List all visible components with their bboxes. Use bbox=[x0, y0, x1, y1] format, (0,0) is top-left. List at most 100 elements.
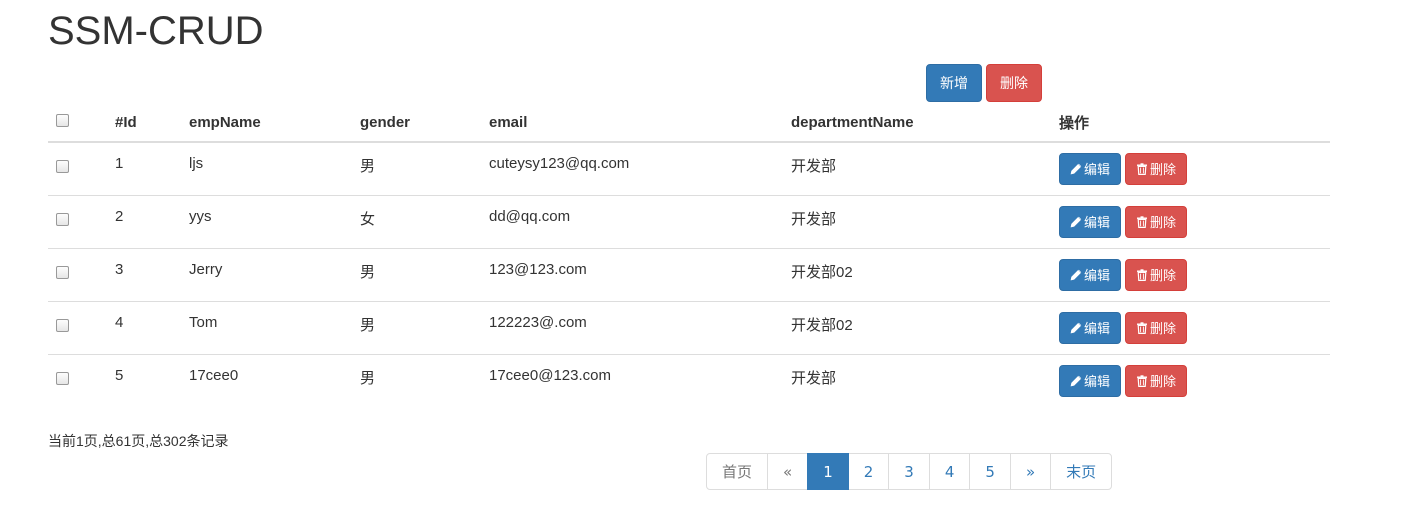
edit-button[interactable]: 编辑 bbox=[1059, 205, 1122, 238]
cell-gender: 男 bbox=[352, 247, 481, 301]
cell-department: 开发部02 bbox=[783, 300, 1051, 354]
delete-label: 删除 bbox=[1150, 375, 1177, 391]
cell-gender: 男 bbox=[352, 300, 481, 354]
cell-operations: 编辑 删除 bbox=[1051, 300, 1330, 354]
trash-icon bbox=[1136, 268, 1150, 281]
edit-button[interactable]: 编辑 bbox=[1059, 152, 1122, 185]
cell-department: 开发部 bbox=[783, 353, 1051, 407]
trash-icon bbox=[1136, 163, 1150, 175]
row-select-cell bbox=[48, 142, 107, 195]
toolbar: 新增 删除 bbox=[926, 64, 1042, 102]
pagination: 首页 « 1 2 3 4 5 » 末页 bbox=[706, 453, 1113, 490]
edit-button[interactable]: 编辑 bbox=[1059, 258, 1122, 291]
delete-selected-button[interactable]: 删除 bbox=[986, 64, 1042, 102]
edit-label: 编辑 bbox=[1084, 269, 1111, 284]
column-header-department: departmentName bbox=[783, 104, 1051, 143]
pencil-icon bbox=[1070, 375, 1084, 387]
column-header-id: #Id bbox=[107, 104, 181, 143]
pencil-icon bbox=[1070, 322, 1084, 334]
table-row: 3 Jerry 男 123@123.com 开发部02 编辑 删除 bbox=[48, 247, 1330, 301]
column-header-email: email bbox=[481, 104, 783, 143]
trash-icon bbox=[1136, 321, 1150, 334]
cell-id: 3 bbox=[107, 247, 181, 301]
page-link-2[interactable]: 2 bbox=[847, 453, 890, 490]
select-all-checkbox[interactable] bbox=[56, 114, 69, 127]
trash-icon bbox=[1136, 375, 1150, 387]
trash-icon bbox=[1136, 215, 1150, 228]
page-link-3[interactable]: 3 bbox=[888, 453, 930, 490]
delete-label: 删除 bbox=[1150, 269, 1177, 284]
column-header-gender: gender bbox=[352, 104, 481, 143]
row-actions: 编辑 删除 bbox=[1059, 258, 1322, 291]
row-actions: 编辑 删除 bbox=[1059, 205, 1322, 238]
row-checkbox[interactable] bbox=[56, 213, 69, 226]
row-select-cell bbox=[48, 194, 107, 248]
cell-email: dd@qq.com bbox=[481, 194, 783, 248]
cell-email: 123@123.com bbox=[481, 247, 783, 301]
cell-id: 2 bbox=[107, 194, 181, 248]
page-info: 当前1页,总61页,总302条记录 bbox=[48, 433, 229, 449]
column-header-operations: 操作 bbox=[1051, 104, 1330, 143]
row-checkbox[interactable] bbox=[56, 319, 69, 332]
edit-button[interactable]: 编辑 bbox=[1059, 311, 1122, 344]
cell-operations: 编辑 删除 bbox=[1051, 194, 1330, 248]
row-checkbox[interactable] bbox=[56, 266, 69, 279]
cell-department: 开发部02 bbox=[783, 247, 1051, 301]
cell-operations: 编辑 删除 bbox=[1051, 247, 1330, 301]
row-checkbox[interactable] bbox=[56, 160, 69, 174]
row-actions: 编辑 删除 bbox=[1059, 152, 1322, 185]
previous-page-link[interactable]: « bbox=[767, 453, 809, 490]
cell-empname: ljs bbox=[189, 155, 204, 172]
cell-gender: 男 bbox=[360, 158, 376, 175]
pencil-icon bbox=[1070, 216, 1084, 228]
last-page-link[interactable]: 末页 bbox=[1050, 453, 1113, 490]
pencil-icon bbox=[1070, 163, 1084, 175]
edit-label: 编辑 bbox=[1084, 216, 1111, 231]
pencil-icon bbox=[1070, 269, 1084, 281]
table-row: 5 17cee0 男 17cee0@123.com 开发部 编辑 删除 bbox=[48, 353, 1330, 407]
page-link-5[interactable]: 5 bbox=[969, 453, 1011, 490]
table-row: 1 ljs 男 cuteysy123@qq.com 开发部 编辑 删除 bbox=[48, 142, 1330, 195]
row-actions: 编辑 删除 bbox=[1059, 364, 1322, 397]
cell-email: 17cee0@123.com bbox=[481, 353, 783, 407]
row-actions: 编辑 删除 bbox=[1059, 311, 1322, 344]
table-row: 2 yys 女 dd@qq.com 开发部 编辑 删除 bbox=[48, 194, 1330, 248]
delete-button[interactable]: 删除 bbox=[1125, 364, 1188, 397]
row-select-cell bbox=[48, 353, 107, 407]
table-header-row: #Id empName gender email departmentName … bbox=[48, 104, 1330, 143]
delete-label: 删除 bbox=[1150, 322, 1177, 337]
table-row: 4 Tom 男 122223@.com 开发部02 编辑 删除 bbox=[48, 300, 1330, 354]
select-all-cell bbox=[48, 104, 107, 143]
row-checkbox[interactable] bbox=[56, 372, 69, 386]
cell-id: 4 bbox=[107, 300, 181, 354]
cell-empname: Tom bbox=[181, 300, 352, 354]
cell-gender: 男 bbox=[352, 353, 481, 407]
row-select-cell bbox=[48, 300, 107, 354]
cell-operations: 编辑 删除 bbox=[1051, 353, 1330, 407]
delete-label: 删除 bbox=[1150, 216, 1177, 231]
next-page-link[interactable]: » bbox=[1009, 453, 1052, 490]
cell-department: 开发部 bbox=[783, 194, 1051, 248]
delete-button[interactable]: 删除 bbox=[1125, 258, 1188, 291]
column-header-empname: empName bbox=[181, 104, 352, 143]
delete-label: 删除 bbox=[1150, 163, 1177, 179]
edit-button[interactable]: 编辑 bbox=[1059, 364, 1122, 397]
edit-label: 编辑 bbox=[1084, 322, 1111, 337]
page-link-1[interactable]: 1 bbox=[807, 453, 849, 490]
cell-operations: 编辑 删除 bbox=[1051, 142, 1330, 195]
row-select-cell bbox=[48, 247, 107, 301]
cell-empname: 17cee0 bbox=[181, 353, 352, 407]
first-page-link[interactable]: 首页 bbox=[706, 453, 769, 490]
delete-button[interactable]: 删除 bbox=[1125, 205, 1188, 238]
cell-department: 开发部 bbox=[791, 158, 837, 175]
delete-button[interactable]: 删除 bbox=[1125, 152, 1188, 185]
edit-label: 编辑 bbox=[1084, 375, 1111, 391]
add-employee-button[interactable]: 新增 bbox=[926, 64, 982, 102]
cell-empname: Jerry bbox=[181, 247, 352, 301]
cell-gender: 女 bbox=[352, 194, 481, 248]
delete-button[interactable]: 删除 bbox=[1125, 311, 1188, 344]
cell-id: 1 bbox=[115, 155, 124, 172]
page-link-4[interactable]: 4 bbox=[928, 453, 971, 490]
employee-table: #Id empName gender email departmentName … bbox=[48, 104, 1330, 407]
cell-empname: yys bbox=[181, 194, 352, 248]
